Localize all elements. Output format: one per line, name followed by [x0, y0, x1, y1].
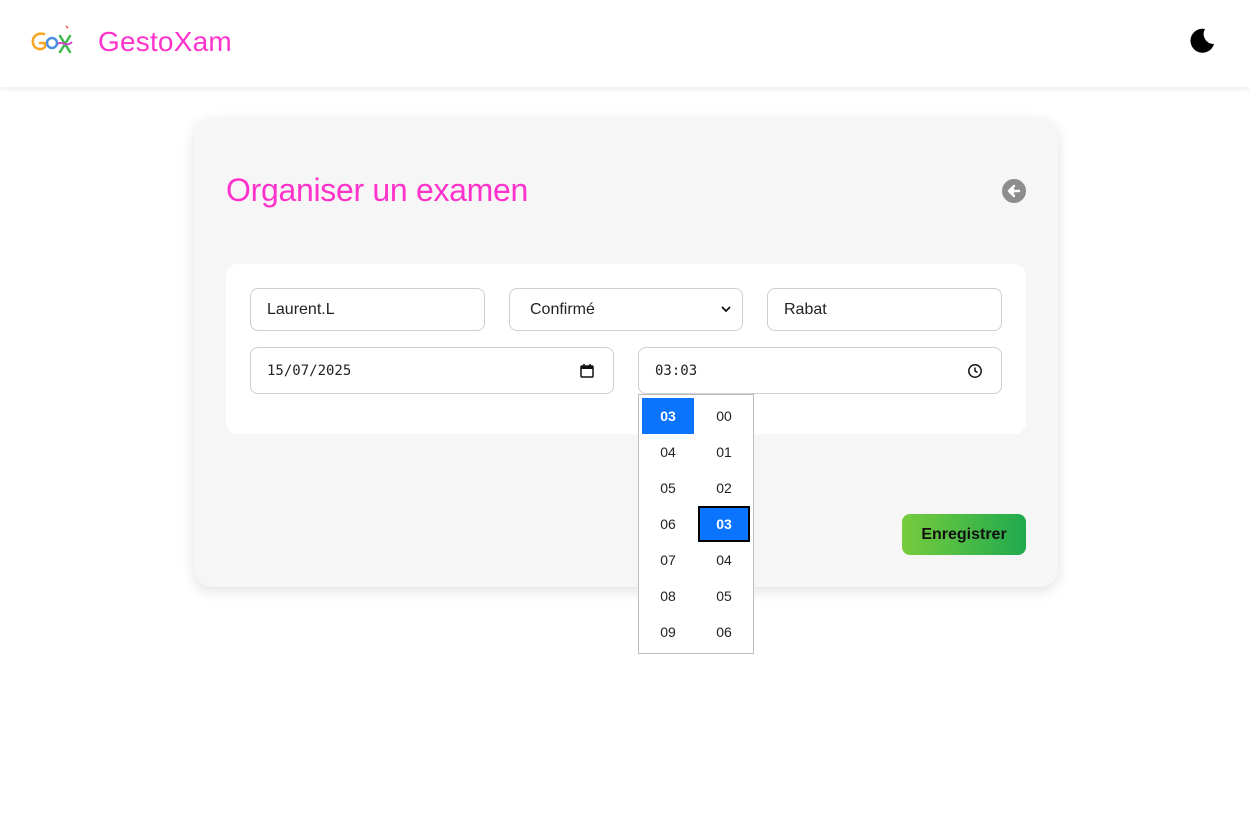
- hour-option[interactable]: 07: [642, 542, 694, 578]
- hour-option[interactable]: 08: [642, 578, 694, 614]
- hour-column: 03 04 05 06 07 08 09: [642, 398, 694, 650]
- moon-icon[interactable]: [1186, 24, 1218, 56]
- city-input[interactable]: Rabat: [767, 288, 1002, 331]
- chevron-down-icon: [721, 306, 731, 313]
- hour-option[interactable]: 04: [642, 434, 694, 470]
- minute-option[interactable]: 03: [698, 506, 750, 542]
- form-fields-panel: Laurent.L Confirmé Rabat 15/07/2025 03:0…: [226, 264, 1026, 434]
- time-input[interactable]: 03:03: [638, 347, 1002, 394]
- date-input[interactable]: 15/07/2025: [250, 347, 614, 394]
- minute-option[interactable]: 00: [698, 398, 750, 434]
- top-header: GestoXam: [0, 0, 1250, 87]
- status-select[interactable]: Confirmé: [509, 288, 743, 331]
- minute-option[interactable]: 05: [698, 578, 750, 614]
- gestoxam-logo: [28, 22, 76, 62]
- username-input[interactable]: Laurent.L: [250, 288, 485, 331]
- back-button[interactable]: [1002, 179, 1026, 203]
- time-picker-dropdown: 03 04 05 06 07 08 09 00 01 02 03 04 05 0…: [638, 394, 754, 654]
- arrow-left-icon: [1007, 184, 1021, 198]
- city-value: Rabat: [784, 300, 827, 318]
- calendar-icon[interactable]: [579, 363, 595, 379]
- hour-option[interactable]: 06: [642, 506, 694, 542]
- status-value: Confirmé: [530, 300, 595, 318]
- minute-option[interactable]: 06: [698, 614, 750, 650]
- minute-option[interactable]: 01: [698, 434, 750, 470]
- minute-column: 00 01 02 03 04 05 06: [698, 398, 750, 650]
- hour-option[interactable]: 05: [642, 470, 694, 506]
- hour-option[interactable]: 03: [642, 398, 694, 434]
- save-button[interactable]: Enregistrer: [902, 514, 1026, 555]
- hour-option[interactable]: 09: [642, 614, 694, 650]
- brand-name: GestoXam: [98, 26, 232, 57]
- exam-form-card: Organiser un examen Laurent.L Confirmé R…: [194, 118, 1058, 587]
- clock-icon[interactable]: [967, 363, 983, 379]
- page-title: Organiser un examen: [226, 172, 529, 208]
- minute-option[interactable]: 02: [698, 470, 750, 506]
- date-value: 15/07/2025: [267, 362, 352, 379]
- username-value: Laurent.L: [267, 300, 335, 318]
- minute-option[interactable]: 04: [698, 542, 750, 578]
- time-value: 03:03: [655, 362, 698, 379]
